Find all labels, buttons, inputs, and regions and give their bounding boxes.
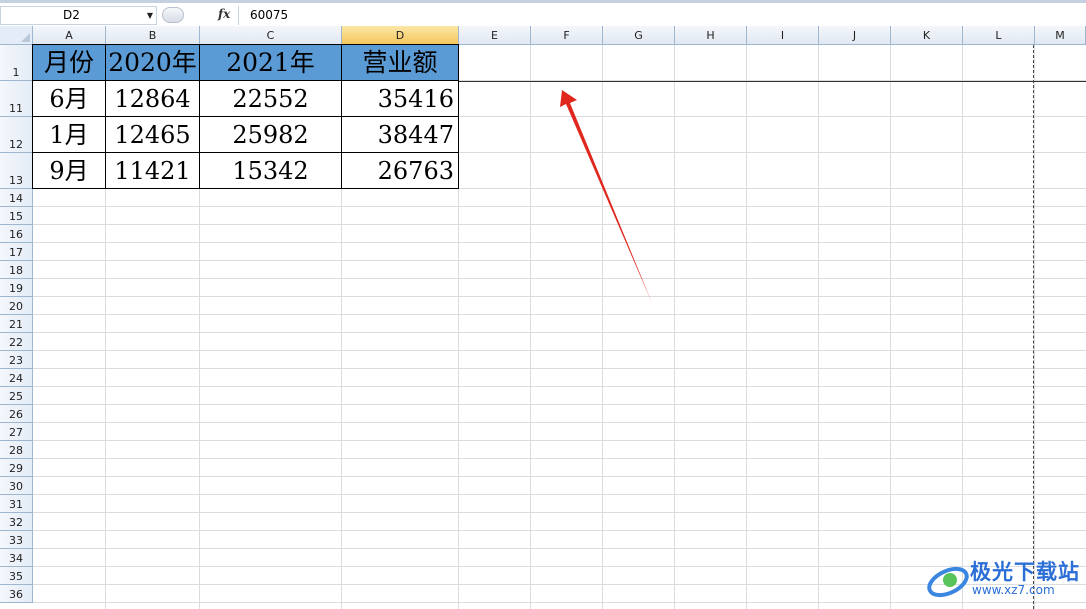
watermark-text: 极光下载站	[970, 560, 1080, 584]
watermark-url: www.xz7.com	[972, 583, 1055, 597]
watermark: 极光下载站 www.xz7.com	[926, 556, 1082, 604]
annotation-arrow-icon	[560, 90, 652, 303]
watermark-logo-icon	[927, 566, 969, 598]
